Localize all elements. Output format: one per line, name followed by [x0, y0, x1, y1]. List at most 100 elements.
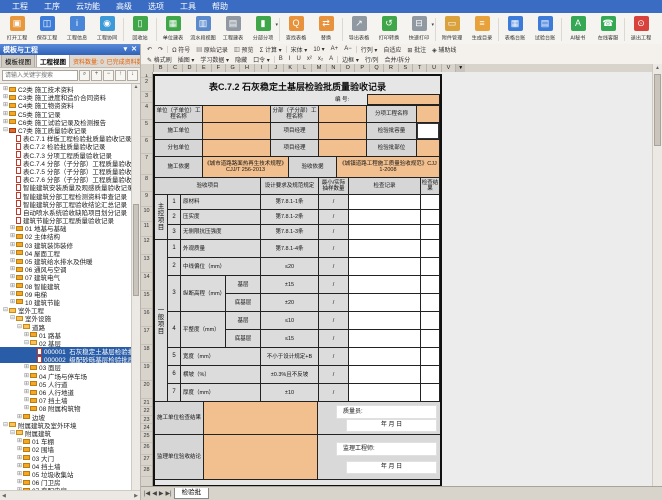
- expander-icon[interactable]: ⊞: [2, 119, 9, 125]
- generate-catalog-button[interactable]: ≡生成目录: [467, 14, 497, 45]
- tree-item[interactable]: ⊟02 基层: [0, 339, 132, 347]
- expander-icon[interactable]: ⊞: [16, 414, 23, 420]
- attachment-manager-button[interactable]: ▭附件管理: [437, 14, 467, 45]
- tree-item[interactable]: 建筑节能分部工程质量验收记录: [0, 216, 132, 224]
- subscript-button[interactable]: x₂: [315, 56, 326, 62]
- result-cell[interactable]: [421, 276, 440, 294]
- menu-item-4[interactable]: 高级: [108, 0, 140, 13]
- tree-item[interactable]: 智能建筑分部工程检测资料审查记录: [0, 191, 132, 199]
- footer-value[interactable]: [204, 435, 318, 480]
- tree-item[interactable]: ⊞01 路基: [0, 331, 132, 339]
- row-header-3[interactable]: 3: [141, 92, 152, 103]
- column-header-B[interactable]: B: [154, 64, 168, 72]
- search-input[interactable]: [2, 70, 78, 81]
- expander-icon[interactable]: ⊞: [9, 225, 16, 231]
- record-cell[interactable]: [349, 366, 421, 384]
- column-header-V[interactable]: V: [442, 64, 456, 72]
- tree-item[interactable]: 自动喷水系统验收缺陷项目划分记录: [0, 208, 132, 216]
- tree-item[interactable]: ⊞C3类 施工进度和造价合同资料: [0, 93, 132, 101]
- sheet-tab[interactable]: 检验批: [174, 488, 210, 499]
- sheet-vertical-scrollbar[interactable]: ▲: [652, 64, 662, 487]
- merge-split-button[interactable]: 合并/拆分: [382, 55, 414, 64]
- tree-item[interactable]: 表C.7.6 分部（子分部）工程质量验收记录: [0, 175, 132, 183]
- tree-item[interactable]: ⊞05 人行道: [0, 380, 132, 388]
- row-header-12[interactable]: 12: [141, 237, 152, 255]
- tree-item[interactable]: ⊞10 建筑节能: [0, 298, 132, 306]
- exit-project-button[interactable]: ⊙退出工程: [626, 14, 656, 45]
- move-up-button[interactable]: ↑: [115, 70, 126, 81]
- expander-icon[interactable]: ⊞: [16, 446, 23, 452]
- result-cell[interactable]: [421, 348, 440, 366]
- hide-button[interactable]: 隐藏: [232, 55, 250, 64]
- project-info-button[interactable]: i工程信息: [62, 14, 92, 45]
- learning-data-button[interactable]: 学习数据 ▾: [197, 55, 232, 64]
- expander-icon[interactable]: ⊟: [9, 315, 16, 321]
- tree-item[interactable]: 智能建筑安装质量及观感质量验收记录: [0, 183, 132, 191]
- underline-button[interactable]: U: [293, 56, 303, 62]
- record-cell[interactable]: [349, 348, 421, 366]
- row-header-7[interactable]: 7: [141, 154, 152, 175]
- column-header-J[interactable]: J: [269, 64, 283, 72]
- footer-value[interactable]: [204, 402, 318, 435]
- tree-item[interactable]: ⊞C4类 施工物资资料: [0, 101, 132, 109]
- result-cell[interactable]: [421, 312, 440, 330]
- info-value[interactable]: [319, 123, 367, 140]
- expander-icon[interactable]: ⊞: [9, 291, 16, 297]
- expander-icon[interactable]: ⊞: [23, 405, 30, 411]
- row-header-13[interactable]: 13: [141, 255, 152, 273]
- tree-item[interactable]: ⊞06 门卫房: [0, 478, 132, 486]
- print-convert-button[interactable]: ↺打印转换: [374, 14, 404, 45]
- dropdown-arrow-icon[interactable]: ▾: [431, 22, 434, 28]
- tree-item[interactable]: 000001_石灰稳定土基层检验批: [0, 347, 132, 355]
- info-value[interactable]: [417, 140, 440, 157]
- menu-item-5[interactable]: 选项: [140, 0, 172, 13]
- result-cell[interactable]: [421, 210, 440, 225]
- record-cell[interactable]: [349, 294, 421, 312]
- tree-item[interactable]: ⊞04 挡土墙: [0, 462, 132, 470]
- collapse-all-button[interactable]: −: [103, 70, 114, 81]
- unit-create-table-button[interactable]: ▦单位建表: [158, 14, 188, 45]
- column-header-O[interactable]: O: [341, 64, 355, 72]
- tree-item[interactable]: 表C.7.4 分部（子分部）工程质量验收记录: [0, 159, 132, 167]
- save-project-button[interactable]: ◫保存工程: [32, 14, 62, 45]
- column-header-T[interactable]: T: [413, 64, 427, 72]
- column-header-E[interactable]: E: [197, 64, 211, 72]
- column-header-C[interactable]: C: [168, 64, 182, 72]
- record-cell[interactable]: [349, 195, 421, 210]
- search-icon[interactable]: ⌕: [79, 70, 90, 81]
- expander-icon[interactable]: ⊞: [9, 233, 16, 239]
- menu-item-7[interactable]: 帮助: [204, 0, 236, 13]
- font-larger-button[interactable]: A+: [328, 46, 342, 52]
- expander-icon[interactable]: ⊞: [16, 455, 23, 461]
- tree-item[interactable]: 表C.7.2 检验批质量验收记录: [0, 142, 132, 150]
- result-cell[interactable]: [421, 225, 440, 240]
- export-table-button[interactable]: ↗导出表格: [344, 14, 374, 45]
- tree-item[interactable]: ⊞05 建筑给水排水及供暖: [0, 257, 132, 265]
- first-sheet-icon[interactable]: |◀: [144, 490, 150, 497]
- row-header-26[interactable]: 26: [141, 443, 152, 454]
- tree-item[interactable]: ⊞01 车棚: [0, 437, 132, 445]
- row-header-21[interactable]: 21: [141, 399, 152, 407]
- expander-icon[interactable]: ⊞: [23, 389, 30, 395]
- font-size-select-button[interactable]: 10 ▾: [310, 46, 327, 53]
- record-cell[interactable]: [349, 330, 421, 348]
- last-sheet-icon[interactable]: ▶|: [165, 490, 171, 497]
- bianhao-cell[interactable]: [367, 94, 440, 105]
- close-icon[interactable]: ✕: [131, 44, 137, 55]
- tree-item[interactable]: ⊞08 附属构筑物: [0, 404, 132, 412]
- info-value[interactable]: [417, 106, 440, 123]
- tree-item[interactable]: ⊟道路: [0, 322, 132, 330]
- expander-icon[interactable]: ⊞: [16, 463, 23, 469]
- expander-icon[interactable]: ⊞: [16, 479, 23, 485]
- result-cell[interactable]: [421, 366, 440, 384]
- record-cell[interactable]: [349, 276, 421, 294]
- password-button[interactable]: 口令 ▾: [250, 55, 273, 64]
- row-header-6[interactable]: 6: [141, 137, 152, 154]
- tree-item[interactable]: ⊟C7类 施工质量验收记录: [0, 126, 132, 134]
- expander-icon[interactable]: ⊞: [9, 274, 16, 280]
- result-cell[interactable]: [421, 240, 440, 258]
- flow-section-view-button[interactable]: ▥流水段视图: [188, 14, 218, 45]
- column-header-L[interactable]: L: [298, 64, 312, 72]
- row-header-23[interactable]: 23: [141, 416, 152, 424]
- tab-project-view[interactable]: 工程视图: [36, 55, 70, 67]
